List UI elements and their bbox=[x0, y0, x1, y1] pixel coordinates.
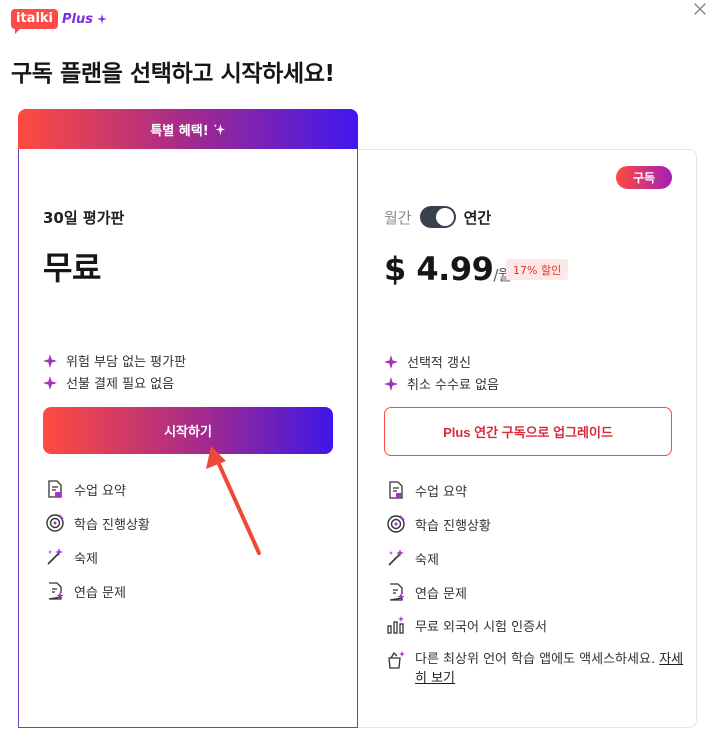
app-access-icon bbox=[388, 651, 405, 669]
sparkle-bullet-icon bbox=[384, 376, 398, 391]
billing-switch[interactable] bbox=[419, 206, 456, 228]
feature-item: 연습 문제 bbox=[45, 581, 126, 601]
special-offer-label: 특별 혜택! bbox=[150, 123, 209, 139]
benefit-text: 취소 수수료 없음 bbox=[407, 378, 499, 393]
benefit-item: 취소 수수료 없음 bbox=[384, 374, 499, 393]
price: $ 4.99/월 bbox=[384, 250, 512, 288]
discount-badge: 17% 할인 bbox=[506, 259, 569, 280]
feature-label: 학습 진행상황 bbox=[74, 517, 150, 533]
sparkle-icon bbox=[213, 123, 225, 135]
feature-label: 수업 요약 bbox=[74, 483, 126, 499]
start-trial-button[interactable]: 시작하기 bbox=[43, 407, 333, 454]
billing-toggle: 월간 연간 bbox=[384, 206, 491, 228]
benefit-item: 선불 결제 필요 없음 bbox=[43, 373, 174, 392]
yearly-label[interactable]: 연간 bbox=[464, 207, 492, 228]
sparkle-bullet-icon bbox=[43, 353, 57, 368]
feature-item: 숙제 bbox=[45, 547, 98, 567]
app-access-text-wrap: 다른 최상위 언어 학습 앱에도 액세스하세요. 자세히 보기 bbox=[415, 650, 686, 688]
feature-label: 무료 외국어 시험 인증서 bbox=[415, 619, 547, 635]
benefit-item: 선택적 갱신 bbox=[384, 352, 471, 371]
feature-label: 숙제 bbox=[74, 551, 98, 567]
page-title: 구독 플랜을 선택하고 시작하세요! bbox=[11, 61, 335, 87]
homework-wand-icon bbox=[47, 548, 63, 565]
plan-name: 30일 평가판 bbox=[43, 209, 125, 227]
switch-knob bbox=[435, 208, 454, 226]
homework-wand-icon bbox=[388, 549, 404, 566]
feature-item: 다른 최상위 언어 학습 앱에도 액세스하세요. 자세히 보기 bbox=[386, 650, 686, 688]
feature-item: 수업 요약 bbox=[45, 479, 126, 499]
plus-logo-text: Plus bbox=[62, 11, 93, 27]
feature-label: 수업 요약 bbox=[415, 484, 467, 500]
practice-doc-icon bbox=[389, 583, 405, 601]
benefit-text: 위험 부담 없는 평가판 bbox=[66, 355, 187, 370]
progress-target-icon bbox=[387, 515, 405, 533]
feature-item: 무료 외국어 시험 인증서 bbox=[386, 615, 547, 635]
feature-item: 학습 진행상황 bbox=[45, 513, 150, 533]
progress-target-icon bbox=[46, 514, 64, 532]
feature-item: 연습 문제 bbox=[386, 582, 467, 602]
benefit-text: 선택적 갱신 bbox=[407, 356, 471, 371]
sparkle-icon bbox=[97, 14, 107, 24]
italki-logo-text: italki bbox=[11, 9, 59, 34]
practice-doc-icon bbox=[48, 582, 64, 600]
feature-item: 수업 요약 bbox=[386, 480, 467, 500]
close-icon[interactable] bbox=[692, 1, 708, 17]
lesson-summary-icon bbox=[48, 480, 62, 498]
feature-item: 학습 진행상황 bbox=[386, 514, 491, 534]
feature-label: 연습 문제 bbox=[415, 586, 467, 602]
subscription-badge: 구독 bbox=[616, 166, 672, 189]
monthly-label[interactable]: 월간 bbox=[384, 207, 412, 228]
feature-label: 숙제 bbox=[415, 552, 439, 568]
feature-label: 학습 진행상황 bbox=[415, 518, 491, 534]
lesson-summary-icon bbox=[389, 481, 403, 499]
italki-plus-logo: italki Plus bbox=[11, 9, 107, 34]
sparkle-bullet-icon bbox=[43, 375, 57, 390]
special-offer-banner: 특별 혜택! bbox=[18, 109, 358, 149]
app-access-text: 다른 최상위 언어 학습 앱에도 액세스하세요. bbox=[415, 652, 656, 667]
feature-item: 숙제 bbox=[386, 548, 439, 568]
benefit-text: 선불 결제 필요 없음 bbox=[66, 377, 175, 392]
upgrade-yearly-button[interactable]: Plus 연간 구독으로 업그레이드 bbox=[384, 407, 672, 456]
certificate-chart-icon bbox=[387, 616, 404, 634]
price-amount: $ 4.99 bbox=[384, 250, 494, 288]
feature-label: 연습 문제 bbox=[74, 585, 126, 601]
benefit-item: 위험 부담 없는 평가판 bbox=[43, 351, 186, 370]
sparkle-bullet-icon bbox=[384, 354, 398, 369]
price: 무료 bbox=[43, 249, 101, 287]
